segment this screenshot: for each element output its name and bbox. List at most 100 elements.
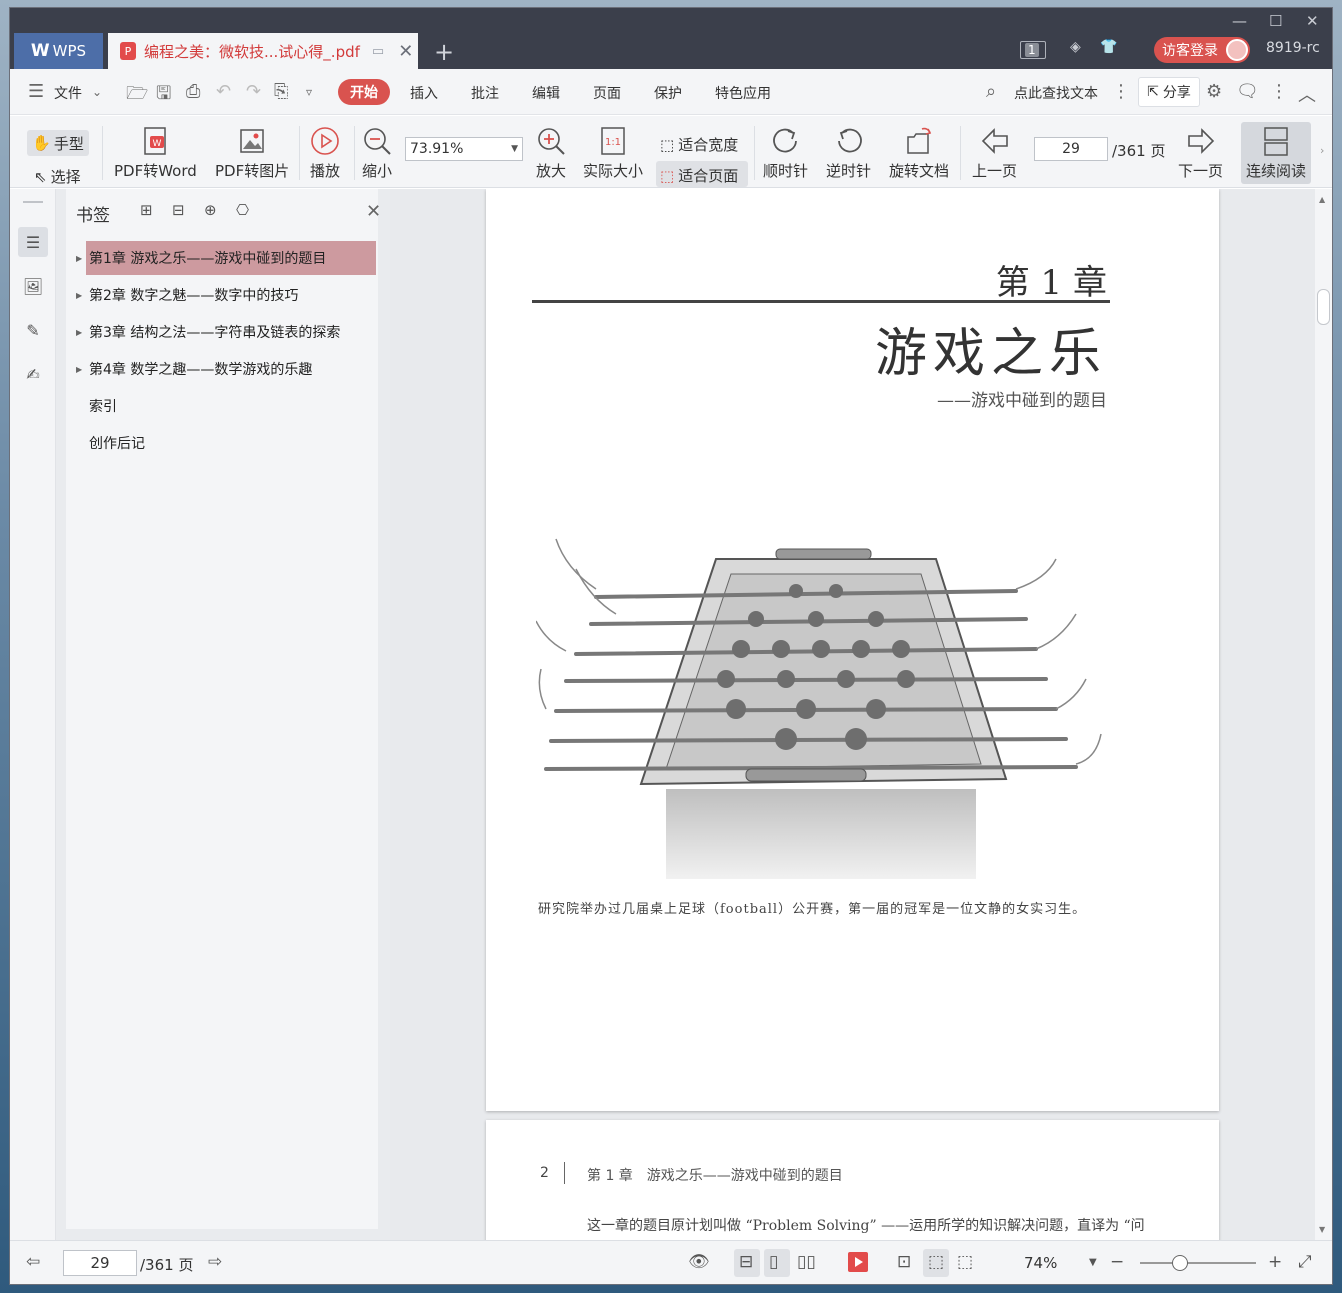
select-tool-button[interactable]: ⇖ 选择 [34, 166, 81, 187]
chapter-title: 游戏之乐 [874, 324, 1107, 384]
more-chevron-icon[interactable]: ▿ [306, 85, 312, 99]
hand-tool-button[interactable]: ✋ 手型 [27, 130, 89, 156]
zoom-caret-icon: ▼ [511, 144, 518, 154]
zoom-minus-icon[interactable]: − [1110, 1252, 1124, 1272]
window-count-badge[interactable]: 1 [1020, 41, 1046, 59]
monitor-icon[interactable]: ▭ [372, 44, 384, 59]
bookmark-panel-icon[interactable]: ☰ [18, 227, 48, 257]
search-icon[interactable]: ⌕ [986, 81, 996, 102]
expand-caret-icon[interactable]: ▶ [76, 328, 82, 337]
fullscreen-icon[interactable]: ⤢ [1298, 1252, 1312, 1272]
export-icon[interactable]: ⎘ [274, 81, 288, 102]
bookmark-item[interactable]: ▶ 第1章 游戏之乐——游戏中碰到的题目 [76, 241, 376, 275]
wps-home-tab[interactable]: W WPS [14, 33, 103, 69]
actual-size-button[interactable]: 1:1 实际大小 [583, 124, 643, 181]
annotation-panel-icon[interactable]: ✎ [18, 315, 48, 345]
play-slideshow-icon[interactable] [848, 1252, 868, 1272]
toolbar-scroll-right-icon[interactable]: › [1320, 144, 1324, 157]
zoom-percent[interactable]: 74% [1024, 1254, 1057, 1272]
scrollbar-thumb[interactable] [1317, 289, 1330, 325]
hamburger-icon[interactable]: ☰ [28, 81, 44, 102]
add-bookmark-icon[interactable]: ⊕ [204, 201, 217, 219]
next-page-button[interactable]: 下一页 [1178, 124, 1223, 181]
fit-width-small-icon[interactable]: ⬚ [957, 1252, 973, 1272]
print-icon[interactable]: ⎙ [186, 81, 200, 102]
bookmark-item[interactable]: ▶ 第2章 数字之魅——数字中的技巧 [76, 278, 376, 312]
single-page-icon[interactable]: ▯ [769, 1252, 778, 1272]
menu-special[interactable]: 特色应用 [715, 83, 771, 103]
pdf-to-word-button[interactable]: W PDF转Word [114, 124, 197, 181]
close-window-icon[interactable]: ✕ [1306, 12, 1319, 30]
save-icon[interactable]: 🖫 [156, 81, 171, 111]
maximize-icon[interactable]: ☐ [1269, 12, 1282, 30]
document-tab[interactable]: P 编程之美：微软技...试心得_.pdf ▭ ✕ [108, 33, 418, 69]
more-vertical-icon[interactable]: ⋮ [1112, 81, 1130, 102]
continuous-view-icon[interactable]: ⊟ [739, 1252, 753, 1272]
clockwise-button[interactable]: 顺时针 [763, 124, 808, 181]
zoom-slider-knob[interactable] [1172, 1255, 1188, 1271]
open-folder-icon[interactable]: 🗁 [126, 81, 148, 111]
menu-insert[interactable]: 插入 [410, 83, 438, 103]
vertical-scrollbar[interactable]: ▲ ▼ [1315, 189, 1332, 1240]
close-tab-icon[interactable]: ✕ [398, 41, 413, 62]
guest-login-button[interactable]: 访客登录 [1154, 37, 1250, 63]
zoom-in-button[interactable]: 放大 [536, 124, 566, 181]
collapse-ribbon-icon[interactable]: ︿ [1298, 81, 1316, 107]
fit-page-small-icon[interactable]: ⬚ [928, 1252, 944, 1272]
bookmark-item[interactable]: ▶ 第3章 结构之法——字符串及链表的探索 [76, 315, 376, 349]
zoom-plus-icon[interactable]: + [1268, 1252, 1282, 1272]
fit-page-button[interactable]: ⬚ 适合页面 [660, 165, 738, 186]
eye-icon[interactable]: 👁 [688, 1252, 710, 1272]
menu-edit[interactable]: 编辑 [532, 83, 560, 103]
signature-panel-icon[interactable]: ✍ [18, 359, 48, 389]
menu-annotate[interactable]: 批注 [471, 83, 499, 103]
scroll-up-icon[interactable]: ▲ [1319, 195, 1325, 204]
actual-size-small-icon[interactable]: ⊡ [897, 1252, 911, 1272]
page-number-input[interactable]: 29 [1034, 137, 1108, 161]
chevron-down-icon[interactable]: ⌄ [92, 85, 102, 99]
bookmark-item[interactable]: 索引 [86, 389, 376, 423]
bookmark-item[interactable]: ▶ 第4章 数学之趣——数学游戏的乐趣 [76, 352, 376, 386]
document-viewer[interactable]: 第 1 章 游戏之乐 ——游戏中碰到的题目 研究院举办过几届桌上足球（footb… [390, 189, 1315, 1240]
menu-file[interactable]: 文件 [54, 83, 82, 103]
expand-all-icon[interactable]: ⊞ [140, 201, 153, 219]
scroll-down-icon[interactable]: ▼ [1319, 1225, 1325, 1234]
prev-page-button[interactable]: 上一页 [972, 124, 1017, 181]
counterclockwise-button[interactable]: 逆时针 [826, 124, 871, 181]
share-button[interactable]: ⇱ 分享 [1138, 77, 1200, 107]
continuous-read-button[interactable]: 连续阅读 [1246, 124, 1306, 181]
zoom-slider-track[interactable] [1140, 1262, 1256, 1264]
collapse-all-icon[interactable]: ⊟ [172, 201, 185, 219]
zoom-select[interactable]: 73.91% ▼ [405, 137, 523, 161]
pdf-to-image-button[interactable]: PDF转图片 [215, 124, 289, 181]
expand-caret-icon[interactable]: ▶ [76, 291, 82, 300]
menu-protect[interactable]: 保护 [654, 83, 682, 103]
undo-icon[interactable]: ↶ [216, 81, 231, 102]
prev-page-arrow-icon[interactable]: ⇦ [26, 1252, 40, 1272]
redo-icon[interactable]: ↷ [246, 81, 261, 102]
rotate-document-button[interactable]: 旋转文档 [889, 124, 949, 181]
status-page-input[interactable]: 29 [63, 1250, 137, 1276]
menu-page[interactable]: 页面 [593, 83, 621, 103]
play-button[interactable]: 播放 [310, 124, 340, 181]
expand-caret-icon[interactable]: ▶ [76, 365, 82, 374]
expand-caret-icon[interactable]: ▶ [76, 254, 82, 263]
comment-icon[interactable]: 🗨 [1236, 81, 1259, 102]
close-panel-icon[interactable]: ✕ [366, 201, 381, 222]
two-page-icon[interactable]: ▯▯ [797, 1252, 816, 1272]
bookmark-item[interactable]: 创作后记 [86, 426, 376, 460]
fit-width-button[interactable]: ⬚ 适合宽度 [660, 134, 738, 155]
next-page-arrow-icon[interactable]: ⇨ [208, 1252, 222, 1272]
tshirt-icon[interactable]: 👕 [1100, 39, 1117, 55]
zoom-dropdown-icon[interactable]: ▼ [1089, 1257, 1097, 1268]
zoom-out-button[interactable]: 缩小 [362, 124, 392, 181]
menu-start[interactable]: 开始 [338, 79, 390, 105]
thumbnail-panel-icon[interactable]: 🖼 [18, 271, 48, 301]
minimize-icon[interactable]: — [1232, 12, 1247, 30]
more-options-icon[interactable]: ⋮ [1270, 81, 1288, 102]
bookmark-settings-icon[interactable]: ⎔ [236, 201, 249, 219]
skin-icon[interactable]: ◈ [1070, 39, 1081, 55]
gear-icon[interactable]: ⚙ [1206, 81, 1222, 102]
new-tab-button[interactable]: + [434, 38, 454, 66]
search-text[interactable]: 点此查找文本 [1014, 83, 1098, 103]
